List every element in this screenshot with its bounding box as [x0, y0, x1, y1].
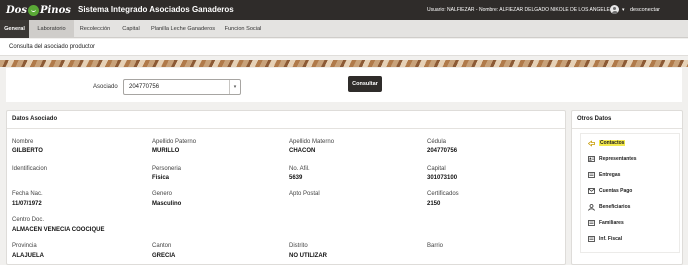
field-value-centro-doc: ALMACEN VENECIA COOCIQUE	[12, 227, 105, 233]
tab-recoleccion[interactable]: Recolección	[74, 20, 116, 38]
field-label-fecha-nac: Fecha Nac.	[12, 191, 43, 197]
field-label-provincia: Provincia	[12, 243, 37, 249]
consultar-button[interactable]: Consultar	[348, 76, 382, 92]
field-label-genero: Genero	[152, 191, 173, 197]
field-label-barrio: Barrio	[427, 243, 444, 249]
asociado-value: 204770756	[129, 84, 160, 90]
top-bar: Dos Pinos Sistema Integrado Asociados Ga…	[0, 0, 688, 20]
tab-funcion-social[interactable]: Funcion Social	[220, 20, 266, 38]
field-label-identificacion: Identificacion	[12, 166, 48, 172]
person-icon	[588, 203, 595, 211]
field-value-provincia: ALAJUELA	[12, 253, 45, 259]
field-label-personeria: Personeria	[152, 166, 182, 172]
otros-item-label: Entregas	[599, 172, 621, 178]
search-panel: Asociado 204770756 ▾ Consultar	[6, 68, 682, 102]
tab-general[interactable]: General	[0, 20, 29, 38]
otros-item-contactos[interactable]: Contactos	[588, 138, 626, 148]
field-value-nombre: GILBERTO	[12, 148, 43, 154]
chevron-down-icon[interactable]: ▾	[229, 80, 240, 94]
person-card-icon	[588, 156, 595, 162]
otros-item-beneficiarios[interactable]: Beneficiarios	[588, 202, 630, 212]
otros-item-label: Familiares	[599, 220, 624, 226]
field-value-distrito: NO UTILIZAR	[289, 253, 327, 259]
document-icon	[588, 172, 595, 178]
tab-laboratorio[interactable]: Laboratorio	[29, 20, 74, 38]
otros-datos-list: Contactos Representantes Entregas Cuenta…	[580, 133, 680, 253]
asociado-label: Asociado	[93, 84, 118, 90]
panel-title: Otros Datos	[577, 116, 612, 122]
otros-item-label: Beneficiarios	[599, 204, 631, 210]
field-label-centro-doc: Centro Doc.	[12, 217, 45, 223]
field-label-certificados: Certificados	[427, 191, 459, 197]
otros-datos-panel: Otros Datos Contactos Representantes Ent…	[571, 110, 683, 265]
tab-capital[interactable]: Capital	[116, 20, 146, 38]
tab-planilla-leche[interactable]: Planilla Leche Ganaderos	[146, 20, 220, 38]
otros-item-entregas[interactable]: Entregas	[588, 170, 620, 180]
app-title: Sistema Integrado Asociados Ganaderos	[78, 5, 234, 14]
field-label-apto-postal: Apto Postal	[289, 191, 320, 197]
user-avatar-icon[interactable]	[610, 5, 619, 14]
asociado-select[interactable]: 204770756 ▾	[123, 79, 241, 95]
otros-item-cuentas-pago[interactable]: Cuentas Pago	[588, 186, 632, 196]
field-label-apellido-paterno: Apellido Paterno	[152, 139, 197, 145]
otros-item-label: Cuentas Pago	[599, 188, 633, 194]
logo-smile-icon	[27, 4, 39, 16]
panel-header: Otros Datos	[572, 111, 682, 129]
document-icon	[588, 220, 595, 226]
field-value-cedula: 204770756	[427, 148, 458, 154]
datos-asociado-panel: Datos Asociado Nombre GILBERTO Apellido …	[6, 110, 566, 265]
field-label-capital: Capital	[427, 166, 446, 172]
user-info: Usuario: NALFIEZAR - Nombre: ALFIEZAR DE…	[427, 7, 610, 13]
field-value-personeria: Fisica	[152, 175, 170, 181]
logo-text-right: Pinos	[39, 4, 71, 16]
field-value-genero: Masculino	[152, 201, 182, 207]
otros-item-label: Inf. Fiscal	[599, 236, 623, 242]
document-icon	[588, 236, 595, 242]
field-value-no-afil: 5639	[289, 175, 303, 181]
arrow-icon	[588, 139, 595, 147]
page-title-bar: Consulta del asociado productor	[0, 39, 688, 56]
field-label-nombre: Nombre	[12, 139, 34, 145]
field-value-fecha-nac: 11/07/1972	[12, 201, 42, 207]
field-label-no-afil: No. Afil.	[289, 166, 310, 172]
field-label-apellido-materno: Apellido Materno	[289, 139, 335, 145]
field-value-capital: 301073100	[427, 175, 458, 181]
envelope-icon	[588, 188, 595, 194]
dos-pinos-logo[interactable]: Dos Pinos	[6, 3, 71, 17]
field-value-canton: GRECIA	[152, 253, 176, 259]
otros-item-label: Contactos	[599, 140, 626, 146]
field-value-certificados: 2150	[427, 201, 441, 207]
field-value-apellido-materno: CHACON	[289, 148, 316, 154]
logout-link[interactable]: desconectar	[630, 7, 660, 13]
chevron-down-icon[interactable]: ▾	[622, 7, 625, 13]
otros-item-inf-fiscal[interactable]: Inf. Fiscal	[588, 234, 622, 244]
logo-text-left: Dos	[6, 4, 27, 16]
panel-header: Datos Asociado	[7, 111, 565, 129]
main-nav: General Laboratorio Recolección Capital …	[0, 20, 688, 38]
page-title: Consulta del asociado productor	[9, 44, 96, 50]
field-value-apellido-paterno: MURILLO	[152, 148, 180, 154]
panel-title: Datos Asociado	[12, 116, 58, 122]
field-label-cedula: Cédula	[427, 139, 447, 145]
otros-item-representantes[interactable]: Representantes	[588, 154, 637, 164]
otros-item-familiares[interactable]: Familiares	[588, 218, 624, 228]
otros-item-label: Representantes	[599, 156, 637, 162]
field-label-distrito: Distrito	[289, 243, 308, 249]
field-label-canton: Canton	[152, 243, 172, 249]
decorative-banner	[0, 60, 688, 67]
